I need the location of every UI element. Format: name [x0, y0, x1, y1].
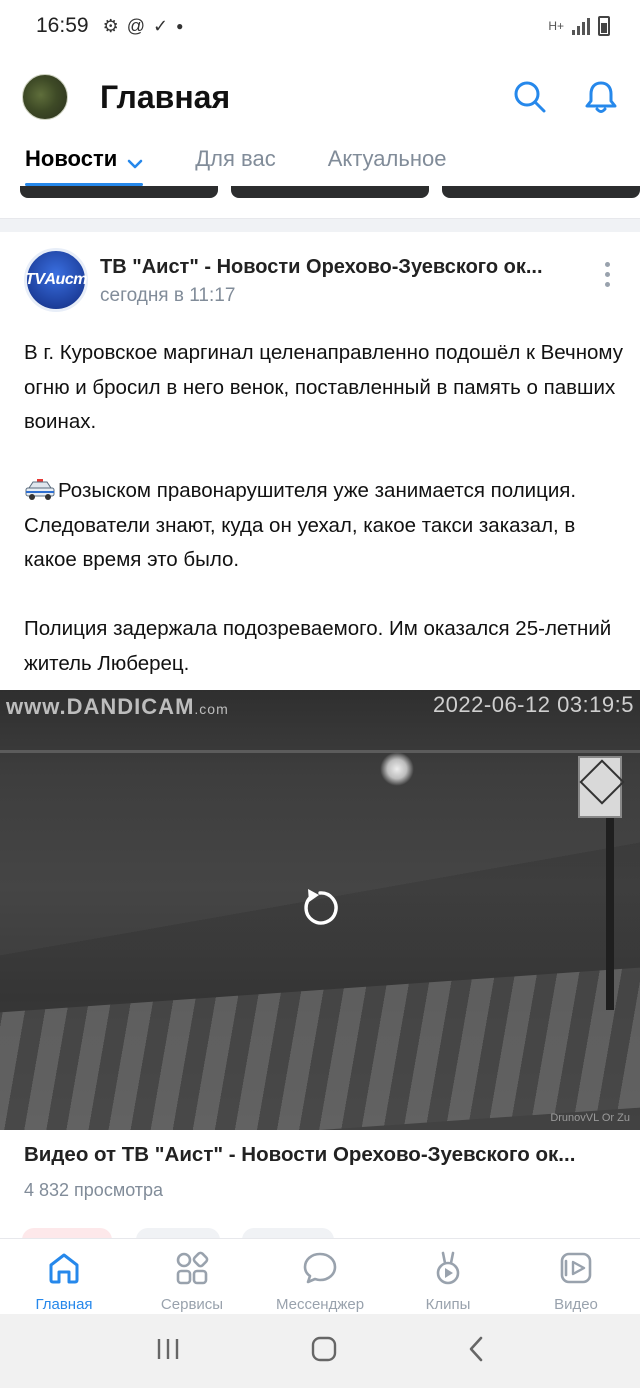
at-icon: @ — [126, 15, 145, 36]
bell-icon[interactable] — [584, 79, 618, 115]
recent-apps-button[interactable] — [154, 1336, 182, 1367]
check-circle-icon: ✓ — [152, 15, 169, 36]
dot-icon: ● — [176, 19, 184, 33]
video-watermark-suffix: .com — [194, 701, 229, 717]
tab-video[interactable]: Видео — [512, 1239, 640, 1313]
video-watermark-text: www.DANDICAM — [6, 694, 195, 719]
tab-clips[interactable]: Клипы — [384, 1239, 512, 1313]
home-icon — [45, 1249, 83, 1292]
tab-for-you-label: Для вас — [195, 146, 276, 171]
battery-icon — [598, 16, 610, 36]
clips-icon — [429, 1249, 467, 1292]
video-watermark: www.DANDICAM.com — [6, 694, 229, 720]
back-button[interactable] — [466, 1335, 486, 1368]
more-options-icon[interactable] — [605, 262, 610, 287]
app-header: Главная — [0, 52, 640, 142]
services-icon — [173, 1249, 211, 1292]
tab-clips-label: Клипы — [425, 1296, 471, 1313]
avatar[interactable] — [22, 74, 68, 120]
tab-trending-label: Актуальное — [327, 146, 447, 171]
post-meta: ТВ "Аист" - Новости Орехово-Зуевского ок… — [100, 256, 543, 307]
signal-icon — [572, 17, 590, 35]
status-bar: 16:59 ⚙ @ ✓ ● H+ — [0, 0, 640, 52]
video-views: 4 832 просмотра — [24, 1180, 164, 1200]
tab-services-label: Сервисы — [160, 1296, 224, 1313]
video-corner-text: DrunovVL Or Zu — [550, 1112, 630, 1124]
post-paragraph: В г. Куровское маргинал целенаправленно … — [24, 341, 624, 433]
post-time: сегодня в 11:17 — [100, 284, 236, 306]
post-paragraph-with-emoji: Розыском правонарушителя уже занимается … — [24, 474, 624, 578]
video-curb — [0, 750, 640, 810]
chevron-down-icon[interactable] — [127, 150, 143, 176]
tab-for-you[interactable]: Для вас — [195, 142, 275, 188]
group-avatar[interactable]: TVАист — [24, 248, 88, 312]
story-card[interactable] — [442, 186, 640, 198]
video-player[interactable]: www.DANDICAM.com 2022-06-12 03:19:5 Drun… — [0, 690, 640, 1130]
messenger-icon — [301, 1249, 339, 1292]
video-title[interactable]: Видео от ТВ "Аист" - Новости Орехово-Зуе… — [24, 1143, 624, 1167]
stories-strip[interactable] — [0, 186, 640, 200]
replay-icon[interactable] — [298, 886, 342, 935]
search-icon[interactable] — [512, 79, 548, 115]
video-icon — [557, 1249, 595, 1292]
post-text: В г. Куровское маргинал целенаправленно … — [24, 336, 624, 681]
bottom-tab-bar: Главная Сервисы Мессенджер Клипы Видео — [0, 1238, 640, 1314]
status-time: 16:59 — [36, 14, 89, 37]
tab-news-label: Новости — [25, 146, 118, 171]
tab-services[interactable]: Сервисы — [128, 1239, 256, 1313]
feed-tabs: Новости Для вас Актуальное — [0, 142, 640, 188]
group-logo-text: TVАист — [25, 271, 87, 288]
video-timestamp: 2022-06-12 03:19:5 — [432, 692, 634, 717]
video-pole — [606, 810, 614, 1010]
tab-video-label: Видео — [554, 1296, 598, 1313]
story-card[interactable] — [20, 186, 218, 198]
post-paragraph: Полиция задержала подозреваемого. Им ока… — [24, 617, 612, 675]
notification-app-icon: ⚙ — [102, 15, 119, 36]
police-car-icon — [24, 477, 56, 500]
tab-messenger[interactable]: Мессенджер — [256, 1239, 384, 1313]
header-actions — [512, 79, 618, 115]
post-header: TVАист ТВ "Аист" - Новости Орехово-Зуевс… — [0, 240, 640, 320]
post-author[interactable]: ТВ "Аист" - Новости Орехово-Зуевского ок… — [100, 256, 543, 279]
home-button[interactable] — [310, 1335, 338, 1368]
tab-home-label: Главная — [35, 1296, 93, 1313]
notification-icons: ⚙ @ ✓ ● — [103, 16, 184, 37]
tab-messenger-label: Мессенджер — [275, 1296, 365, 1313]
feed-divider — [0, 218, 640, 232]
story-card[interactable] — [231, 186, 429, 198]
page-title: Главная — [100, 78, 231, 115]
network-type: H+ — [548, 19, 564, 33]
video-fire-glow — [380, 752, 414, 786]
tab-news[interactable]: Новости — [25, 142, 144, 188]
tab-trending[interactable]: Актуальное — [328, 142, 447, 188]
post-paragraph-text: Розыском правонарушителя уже занимается … — [24, 479, 577, 571]
tab-home[interactable]: Главная — [0, 1239, 128, 1313]
system-nav-bar — [0, 1314, 640, 1388]
video-crosswalk-sign — [578, 756, 622, 818]
system-icons: H+ — [548, 16, 610, 36]
